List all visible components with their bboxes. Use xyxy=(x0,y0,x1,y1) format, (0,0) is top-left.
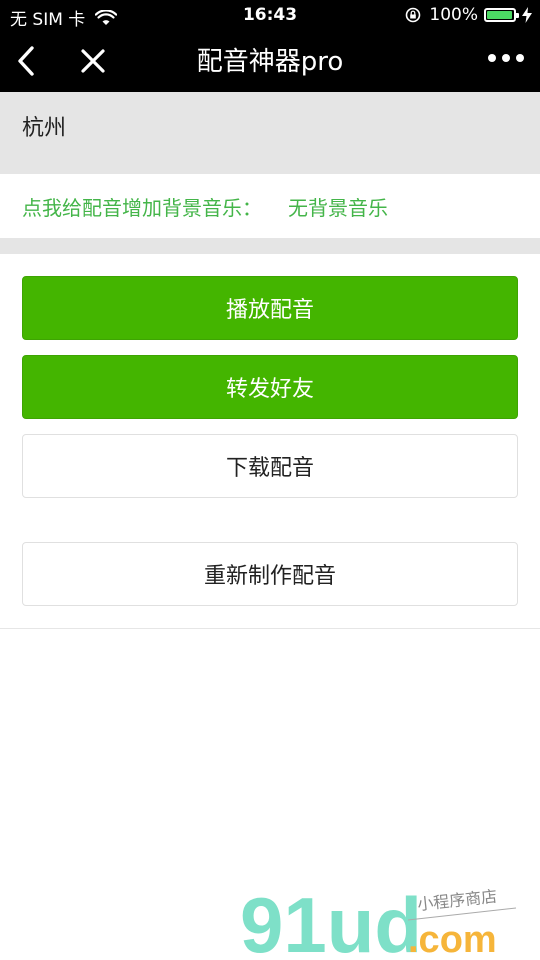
section-divider xyxy=(0,238,540,254)
more-icon[interactable] xyxy=(488,54,524,62)
remake-audio-button[interactable]: 重新制作配音 xyxy=(22,542,518,606)
status-right: 100% xyxy=(405,5,532,25)
back-icon[interactable] xyxy=(12,44,40,78)
watermark-brand: 91ud xyxy=(240,881,422,960)
background-music-value[interactable]: 无背景音乐 xyxy=(288,192,388,221)
location-text: 杭州 xyxy=(22,116,67,141)
lock-rotation-icon xyxy=(406,7,421,23)
more-dot xyxy=(516,54,524,62)
share-friends-button[interactable]: 转发好友 xyxy=(22,355,518,419)
watermark-suffix: .com xyxy=(408,919,497,960)
location-panel: 杭州 xyxy=(0,92,540,174)
watermark-tagline: 小程序商店 xyxy=(416,887,498,914)
battery-fill xyxy=(487,11,512,19)
background-music-row[interactable]: 点我给配音增加背景音乐： 无背景音乐 xyxy=(0,174,540,238)
download-audio-button[interactable]: 下载配音 xyxy=(22,434,518,498)
play-audio-button[interactable]: 播放配音 xyxy=(22,276,518,340)
battery-percentage: 100% xyxy=(429,5,478,25)
background-music-label[interactable]: 点我给配音增加背景音乐： xyxy=(22,192,262,221)
charging-icon xyxy=(522,7,532,23)
close-icon[interactable] xyxy=(78,46,108,76)
more-dot xyxy=(488,54,496,62)
page-title: 配音神器pro xyxy=(196,47,344,77)
battery-icon xyxy=(484,8,519,22)
watermark-logo: 91ud .com 小程序商店 xyxy=(240,881,517,960)
nav-bar: 配音神器pro xyxy=(0,32,540,92)
bottom-divider xyxy=(0,628,540,629)
more-dot xyxy=(502,54,510,62)
status-bar: 无 SIM 卡 16:43 100% xyxy=(0,0,540,32)
